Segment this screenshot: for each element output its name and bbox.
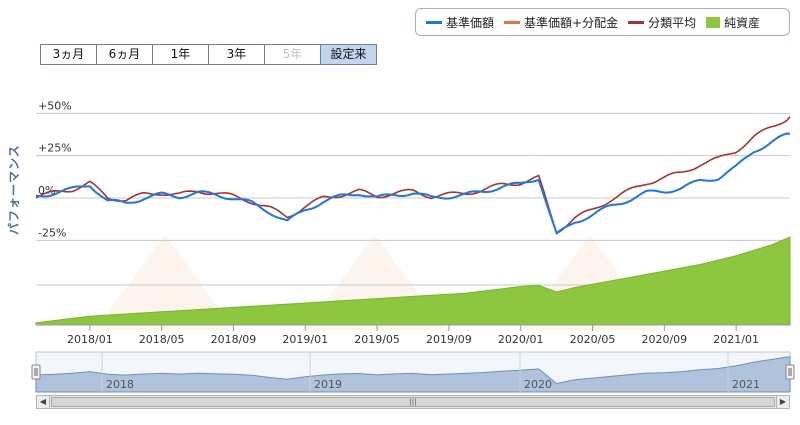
chart-scrollbar[interactable]: ◀ ||| ▶ — [36, 395, 790, 409]
x-tick-label: 2021/01 — [713, 333, 759, 346]
range-button[interactable]: 3ヵ月 — [40, 44, 97, 65]
legend-label: 分類平均 — [648, 15, 697, 30]
legend-item[interactable]: 基準価額+分配金 — [504, 14, 618, 31]
y-tick-label: +25% — [38, 142, 72, 155]
range-button[interactable]: 6ヵ月 — [96, 44, 153, 65]
series-line — [35, 132, 791, 235]
navigator-handle-left[interactable] — [31, 364, 41, 380]
legend-item[interactable]: 基準価額 — [426, 14, 494, 31]
series-line — [35, 116, 791, 235]
chart-legend: 基準価額 基準価額+分配金 分類平均 純資産 — [415, 8, 790, 36]
range-selector: 3ヵ月 6ヵ月 1年 3年 5年 設定来 — [40, 44, 377, 65]
x-tick-label: 2020/05 — [570, 333, 616, 346]
legend-item[interactable]: 分類平均 — [628, 14, 696, 31]
legend-label: 基準価額+分配金 — [524, 15, 619, 30]
navigator-label: 2018 — [106, 378, 134, 391]
legend-swatch-line — [628, 20, 645, 24]
x-tick-label: 2019/01 — [282, 333, 328, 346]
navigator-label: 2019 — [314, 378, 342, 391]
legend-swatch-line — [426, 20, 442, 24]
range-button[interactable]: 設定来 — [320, 44, 377, 65]
legend-item[interactable]: 純資産 — [706, 14, 760, 31]
x-tick-label: 2019/05 — [354, 333, 400, 346]
range-button: 5年 — [264, 44, 321, 65]
x-tick-label: 2018/09 — [211, 333, 257, 346]
x-tick-label: 2020/01 — [498, 333, 544, 346]
scroll-right-button[interactable]: ▶ — [776, 396, 789, 408]
navigator-label: 2021 — [732, 378, 760, 391]
navigator-handle-right[interactable] — [785, 364, 795, 380]
scroll-left-button[interactable]: ◀ — [37, 396, 50, 408]
legend-label: 純資産 — [724, 15, 761, 30]
series-line — [35, 132, 791, 236]
range-button[interactable]: 1年 — [152, 44, 209, 65]
x-tick-label: 2019/09 — [426, 333, 472, 346]
y-tick-label: +50% — [38, 99, 72, 112]
range-button[interactable]: 3年 — [208, 44, 265, 65]
x-tick-label: 2018/01 — [67, 333, 113, 346]
legend-swatch-box — [706, 16, 721, 28]
navigator-label: 2020 — [524, 378, 552, 391]
y-tick-label: -25% — [38, 226, 66, 239]
x-tick-label: 2020/09 — [641, 333, 687, 346]
x-tick-label: 2018/05 — [139, 333, 185, 346]
legend-swatch-line — [504, 20, 521, 24]
y-axis-label: パフォーマンス — [7, 144, 21, 235]
scrollbar-thumb[interactable]: ||| — [51, 397, 775, 407]
legend-label: 基準価額 — [446, 15, 495, 30]
